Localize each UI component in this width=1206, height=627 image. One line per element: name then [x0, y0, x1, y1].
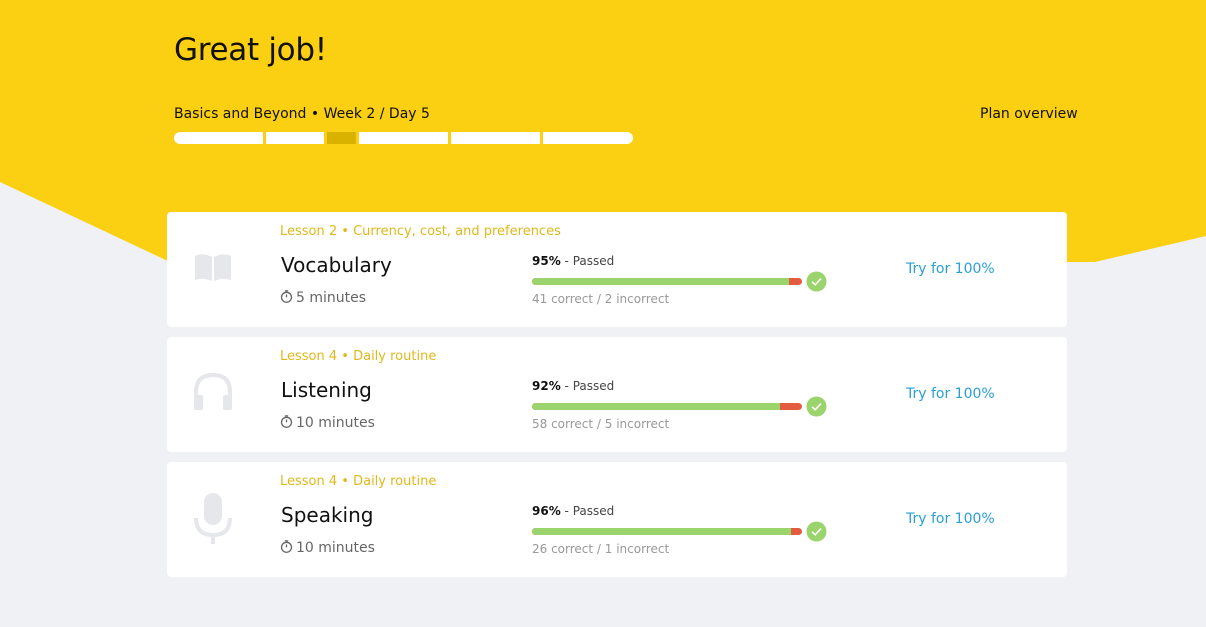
duration-text: 10 minutes: [296, 415, 375, 431]
progress-segment-current: [327, 132, 356, 144]
timer-icon: [280, 290, 293, 303]
page-title: Great job!: [174, 32, 327, 68]
score-status: - Passed: [560, 504, 615, 518]
plan-breadcrumb: Basics and Beyond • Week 2 / Day 5: [174, 106, 430, 122]
progress-segment: [451, 132, 540, 144]
plan-overview-link[interactable]: Plan overview: [980, 106, 1078, 122]
score-status: - Passed: [560, 379, 615, 393]
score-summary: 96% - Passed: [532, 504, 614, 518]
score-percent: 95%: [532, 254, 561, 268]
try-for-100-link[interactable]: Try for 100%: [906, 261, 995, 277]
lesson-label: Lesson 4 • Daily routine: [280, 349, 437, 364]
score-bar: [532, 528, 802, 535]
microphone-icon: [193, 490, 233, 546]
duration-text: 5 minutes: [296, 290, 367, 306]
check-icon: [806, 396, 827, 417]
result-card-vocabulary: Lesson 2 • Currency, cost, and preferenc…: [167, 212, 1067, 327]
duration: 10 minutes: [280, 415, 375, 431]
result-card-listening: Lesson 4 • Daily routine Listening 10 mi…: [167, 337, 1067, 452]
timer-icon: [280, 415, 293, 428]
timer-icon: [280, 540, 293, 553]
duration: 10 minutes: [280, 540, 375, 556]
progress-segment: [266, 132, 324, 144]
score-status: - Passed: [560, 254, 615, 268]
score-bar: [532, 278, 802, 285]
lesson-label: Lesson 4 • Daily routine: [280, 474, 437, 489]
score-percent: 96%: [532, 504, 561, 518]
skill-title: Vocabulary: [281, 253, 392, 277]
duration-text: 10 minutes: [296, 540, 375, 556]
duration: 5 minutes: [280, 290, 366, 306]
week-progress-bar: [174, 132, 635, 144]
check-icon: [806, 271, 827, 292]
answer-counts: 58 correct / 5 incorrect: [532, 417, 670, 431]
progress-segment: [359, 132, 448, 144]
score-bar-fill: [532, 278, 789, 285]
progress-segment: [174, 132, 263, 144]
book-icon: [193, 246, 233, 294]
score-summary: 92% - Passed: [532, 379, 614, 393]
score-percent: 92%: [532, 379, 561, 393]
headphones-icon: [193, 371, 233, 419]
skill-title: Speaking: [281, 503, 374, 527]
check-icon: [806, 521, 827, 542]
answer-counts: 41 correct / 2 incorrect: [532, 292, 670, 306]
try-for-100-link[interactable]: Try for 100%: [906, 386, 995, 402]
progress-segment: [543, 132, 633, 144]
answer-counts: 26 correct / 1 incorrect: [532, 542, 670, 556]
score-bar: [532, 403, 802, 410]
try-for-100-link[interactable]: Try for 100%: [906, 511, 995, 527]
score-bar-fill: [532, 528, 792, 535]
score-summary: 95% - Passed: [532, 254, 614, 268]
result-card-speaking: Lesson 4 • Daily routine Speaking 10 min…: [167, 462, 1067, 577]
score-bar-fill: [532, 403, 781, 410]
lesson-label: Lesson 2 • Currency, cost, and preferenc…: [280, 224, 561, 239]
skill-title: Listening: [281, 378, 372, 402]
